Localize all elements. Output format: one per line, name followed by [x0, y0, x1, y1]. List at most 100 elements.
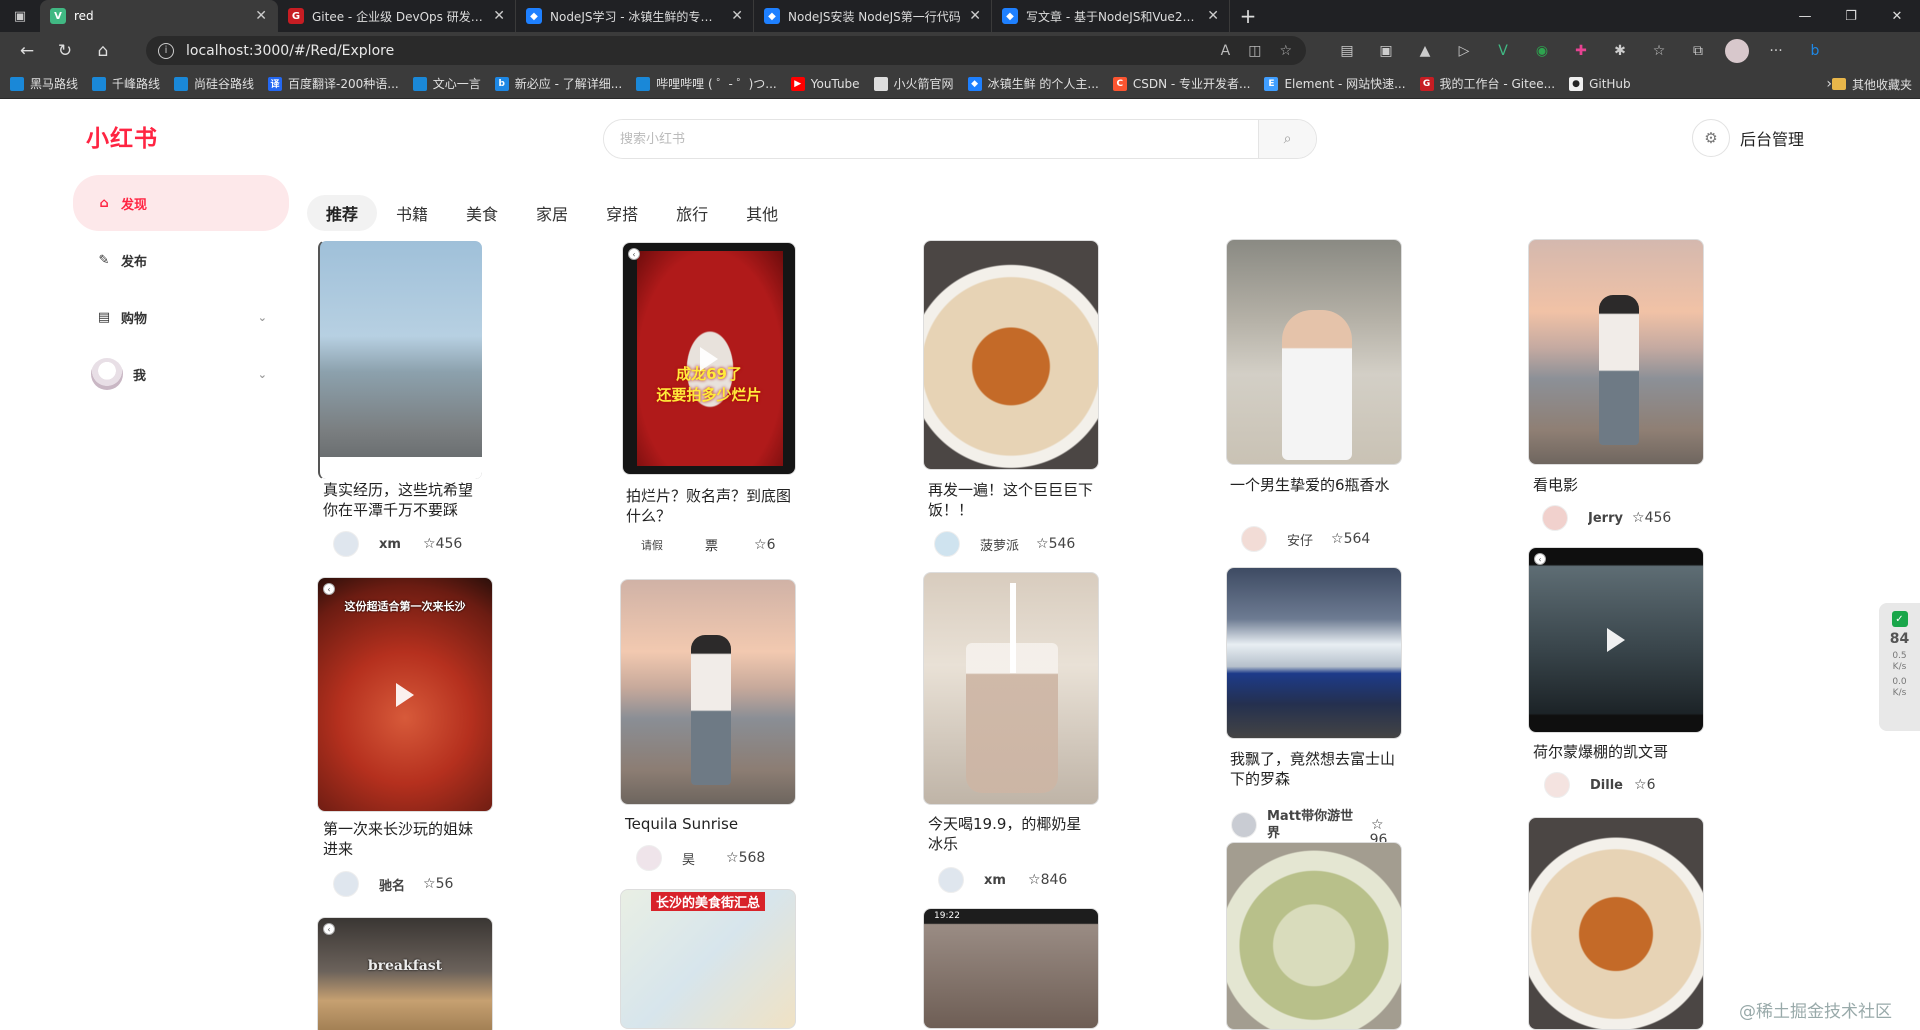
bookmark-item[interactable]: 尚硅谷路线	[174, 75, 254, 92]
star-icon[interactable]: ☆	[1632, 510, 1645, 526]
note-title[interactable]: 看电影	[1533, 475, 1698, 495]
tab-gitee[interactable]: G Gitee - 企业级 DevOps 研发效能 ✕	[278, 0, 516, 32]
play-icon[interactable]	[1607, 628, 1625, 652]
restore-icon[interactable]: ❐	[1828, 0, 1874, 32]
bookmark-item[interactable]: ◆ 冰镇生鲜 的个人主...	[967, 75, 1099, 92]
star-icon[interactable]: ☆	[423, 536, 436, 552]
author-name[interactable]: 请假	[641, 537, 681, 553]
close-tab-icon[interactable]: ✕	[493, 8, 505, 24]
search-input[interactable]	[604, 120, 1258, 158]
bookmark-item[interactable]: 哔哩哔哩 ( ゜- ゜)つ...	[636, 75, 777, 92]
author-name[interactable]: 菠萝派	[980, 535, 1036, 554]
note-cover-image[interactable]	[1528, 239, 1704, 465]
tab-home[interactable]: 家居	[517, 195, 587, 231]
note-cover-image[interactable]	[620, 579, 796, 805]
author-avatar[interactable]	[1231, 812, 1257, 838]
author-name[interactable]: 驰名	[379, 875, 423, 894]
collections-icon[interactable]: ⧉	[1686, 39, 1710, 63]
more-menu-icon[interactable]: ···	[1764, 39, 1788, 63]
sidebar-item-shopping[interactable]: ▤ 购物 ⌄	[73, 289, 289, 345]
author-avatar[interactable]	[636, 845, 662, 871]
extension-icon[interactable]: ◉	[1530, 39, 1554, 63]
bookmark-item[interactable]: ● GitHub	[1569, 76, 1631, 91]
extension-icon[interactable]: ▷	[1452, 39, 1476, 63]
author-name[interactable]: Jerry	[1588, 511, 1632, 526]
play-icon[interactable]	[700, 346, 718, 371]
note-title[interactable]: 第一次来长沙玩的姐妹进来	[323, 819, 483, 859]
tab-actions-icon[interactable]: ▣	[0, 0, 40, 32]
chevron-down-icon[interactable]: ⌄	[258, 311, 267, 324]
star-icon[interactable]: ☆	[1028, 872, 1041, 888]
new-tab-button[interactable]: +	[1230, 0, 1266, 32]
bookmark-item[interactable]: G 我的工作台 - Gitee...	[1419, 75, 1555, 92]
tab-outfit[interactable]: 穿搭	[587, 195, 657, 231]
home-icon[interactable]: ⌂	[84, 36, 122, 66]
app-logo[interactable]: 小红书	[86, 119, 158, 153]
close-tab-icon[interactable]: ✕	[255, 8, 267, 24]
sidebar-item-discover[interactable]: ⌂ 发现	[73, 175, 289, 231]
note-title[interactable]: 拍烂片？败名声？到底图什么？	[626, 486, 791, 526]
note-cover-image[interactable]: 19:22	[923, 908, 1099, 1029]
bookmark-item[interactable]: E Element - 网站快速...	[1264, 75, 1406, 92]
bookmark-item[interactable]: 千峰路线	[92, 75, 160, 92]
bookmark-item[interactable]: 黑马路线	[10, 75, 78, 92]
author-avatar[interactable]	[1241, 526, 1267, 552]
bookmark-item[interactable]: 小火箭官网	[873, 75, 954, 92]
note-cover-image[interactable]	[1528, 817, 1704, 1030]
note-cover-image[interactable]	[1226, 239, 1402, 465]
author-avatar[interactable]	[934, 531, 960, 557]
star-icon[interactable]: ☆	[1036, 536, 1049, 552]
minimize-icon[interactable]: —	[1782, 0, 1828, 32]
note-title[interactable]: 一个男生挚爱的6瓶香水	[1230, 475, 1395, 495]
author-avatar[interactable]	[938, 867, 964, 893]
note-title[interactable]: 真实经历，这些坑希望你在平潭千万不要踩	[323, 480, 483, 520]
star-icon[interactable]: ☆	[726, 850, 739, 866]
author-avatar[interactable]	[1544, 772, 1570, 798]
note-cover-image[interactable]	[1226, 842, 1402, 1030]
tab-nodejs-learn[interactable]: ◆ NodeJS学习 - 冰镇生鲜的专栏 - 掘金 ✕	[516, 0, 754, 32]
gear-icon[interactable]: ⚙	[1692, 119, 1730, 157]
favorite-star-icon[interactable]: ☆	[1279, 43, 1292, 59]
note-cover-image[interactable]	[318, 240, 483, 480]
tab-food[interactable]: 美食	[447, 195, 517, 231]
note-cover-image[interactable]	[1226, 567, 1402, 739]
split-screen-icon[interactable]: ◫	[1248, 43, 1261, 59]
note-cover-image[interactable]: ‹ 成龙69了 还要拍多少烂片	[622, 242, 796, 475]
author-avatar[interactable]	[1542, 505, 1568, 531]
extension-icon[interactable]: ▤	[1335, 39, 1359, 63]
note-cover-image[interactable]: ‹ breakfast	[317, 917, 493, 1030]
bookmark-item[interactable]: ▶ YouTube	[790, 76, 860, 91]
note-cover-image[interactable]: 长沙的美食街汇总	[620, 889, 796, 1029]
favorites-icon[interactable]: ☆	[1647, 39, 1671, 63]
note-title[interactable]: 荷尔蒙爆棚的凯文哥	[1533, 742, 1698, 762]
close-window-icon[interactable]: ✕	[1874, 0, 1920, 32]
star-icon[interactable]: ☆	[1634, 777, 1647, 793]
note-cover-image[interactable]: ‹	[1528, 547, 1704, 733]
sidebar-item-publish[interactable]: ✎ 发布	[73, 232, 289, 288]
note-cover-image[interactable]	[923, 572, 1099, 805]
author-name[interactable]: xm	[984, 873, 1028, 888]
tab-red[interactable]: V red ✕	[40, 0, 278, 32]
close-tab-icon[interactable]: ✕	[969, 8, 981, 24]
address-bar[interactable]: i localhost:3000/#/Red/Explore A ◫ ☆	[146, 36, 1306, 65]
extension-icon[interactable]: ✚	[1569, 39, 1593, 63]
author-avatar[interactable]	[333, 871, 359, 897]
vue-devtools-icon[interactable]: V	[1491, 39, 1515, 63]
read-aloud-icon[interactable]: A	[1221, 43, 1231, 59]
note-title[interactable]: 我飘了，竟然想去富士山下的罗森	[1230, 749, 1395, 789]
tab-write-article[interactable]: ◆ 写文章 - 基于NodeJS和Vue2实现 ✕	[992, 0, 1230, 32]
bookmark-item[interactable]: 译百度翻译-200种语...	[268, 75, 399, 92]
close-tab-icon[interactable]: ✕	[1207, 8, 1219, 24]
bing-copilot-icon[interactable]: b	[1803, 39, 1827, 63]
back-icon[interactable]: ←	[8, 36, 46, 66]
play-icon[interactable]	[396, 682, 414, 707]
star-icon[interactable]: ☆	[423, 876, 436, 892]
close-tab-icon[interactable]: ✕	[731, 8, 743, 24]
other-bookmarks-folder[interactable]: 其他收藏夹	[1831, 69, 1912, 99]
author-name[interactable]: xm	[379, 537, 423, 552]
network-speed-widget[interactable]: ✓ 84 0.5 K/s 0.0 K/s	[1879, 603, 1920, 731]
admin-label[interactable]: 后台管理	[1740, 126, 1804, 150]
star-icon[interactable]: ☆	[1371, 817, 1384, 833]
author-name[interactable]: Dille	[1590, 778, 1634, 793]
note-cover-image[interactable]	[923, 240, 1099, 470]
